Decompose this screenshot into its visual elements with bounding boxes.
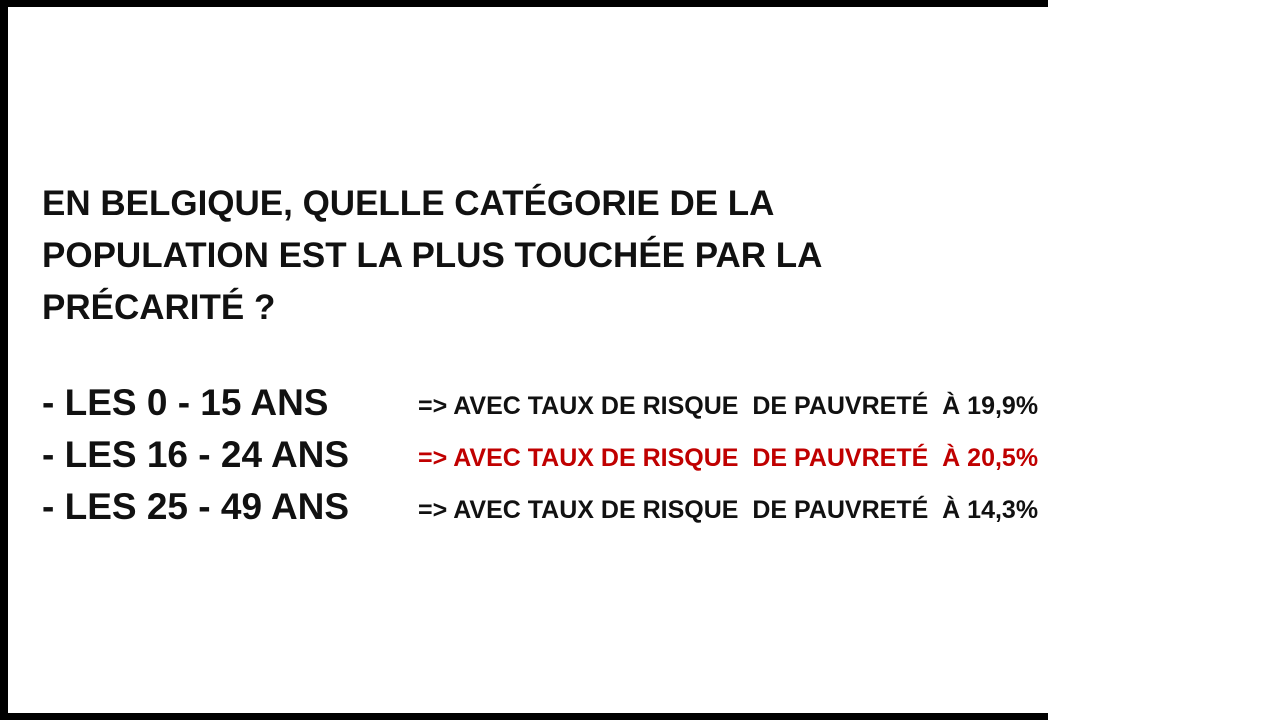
question-line-2: POPULATION EST LA PLUS TOUCHÉE PAR LA bbox=[42, 236, 823, 275]
question-line-3: PRÉCARITÉ ? bbox=[42, 288, 276, 327]
question-line-1: EN BELGIQUE, QUELLE CATÉGORIE DE LA bbox=[42, 184, 775, 223]
option-0-15-answer: => AVEC TAUX DE RISQUE DE PAUVRETÉ À 19,… bbox=[418, 392, 1039, 420]
slide: EN BELGIQUE, QUELLE CATÉGORIE DE LA POPU… bbox=[0, 0, 1280, 720]
frame-bottom-border bbox=[0, 713, 1048, 720]
option-0-15-label: - LES 0 - 15 ANS bbox=[42, 382, 329, 423]
frame-top-border bbox=[0, 0, 1048, 7]
question-heading: EN BELGIQUE, QUELLE CATÉGORIE DE LA POPU… bbox=[42, 178, 1022, 334]
option-25-49-label: - LES 25 - 49 ANS bbox=[42, 486, 350, 527]
frame-left-border bbox=[0, 0, 8, 720]
option-25-49-answer: => AVEC TAUX DE RISQUE DE PAUVRETÉ À 14,… bbox=[418, 496, 1039, 524]
option-16-24-label: - LES 16 - 24 ANS bbox=[42, 434, 350, 475]
option-16-24-answer: => AVEC TAUX DE RISQUE DE PAUVRETÉ À 20,… bbox=[418, 444, 1039, 472]
